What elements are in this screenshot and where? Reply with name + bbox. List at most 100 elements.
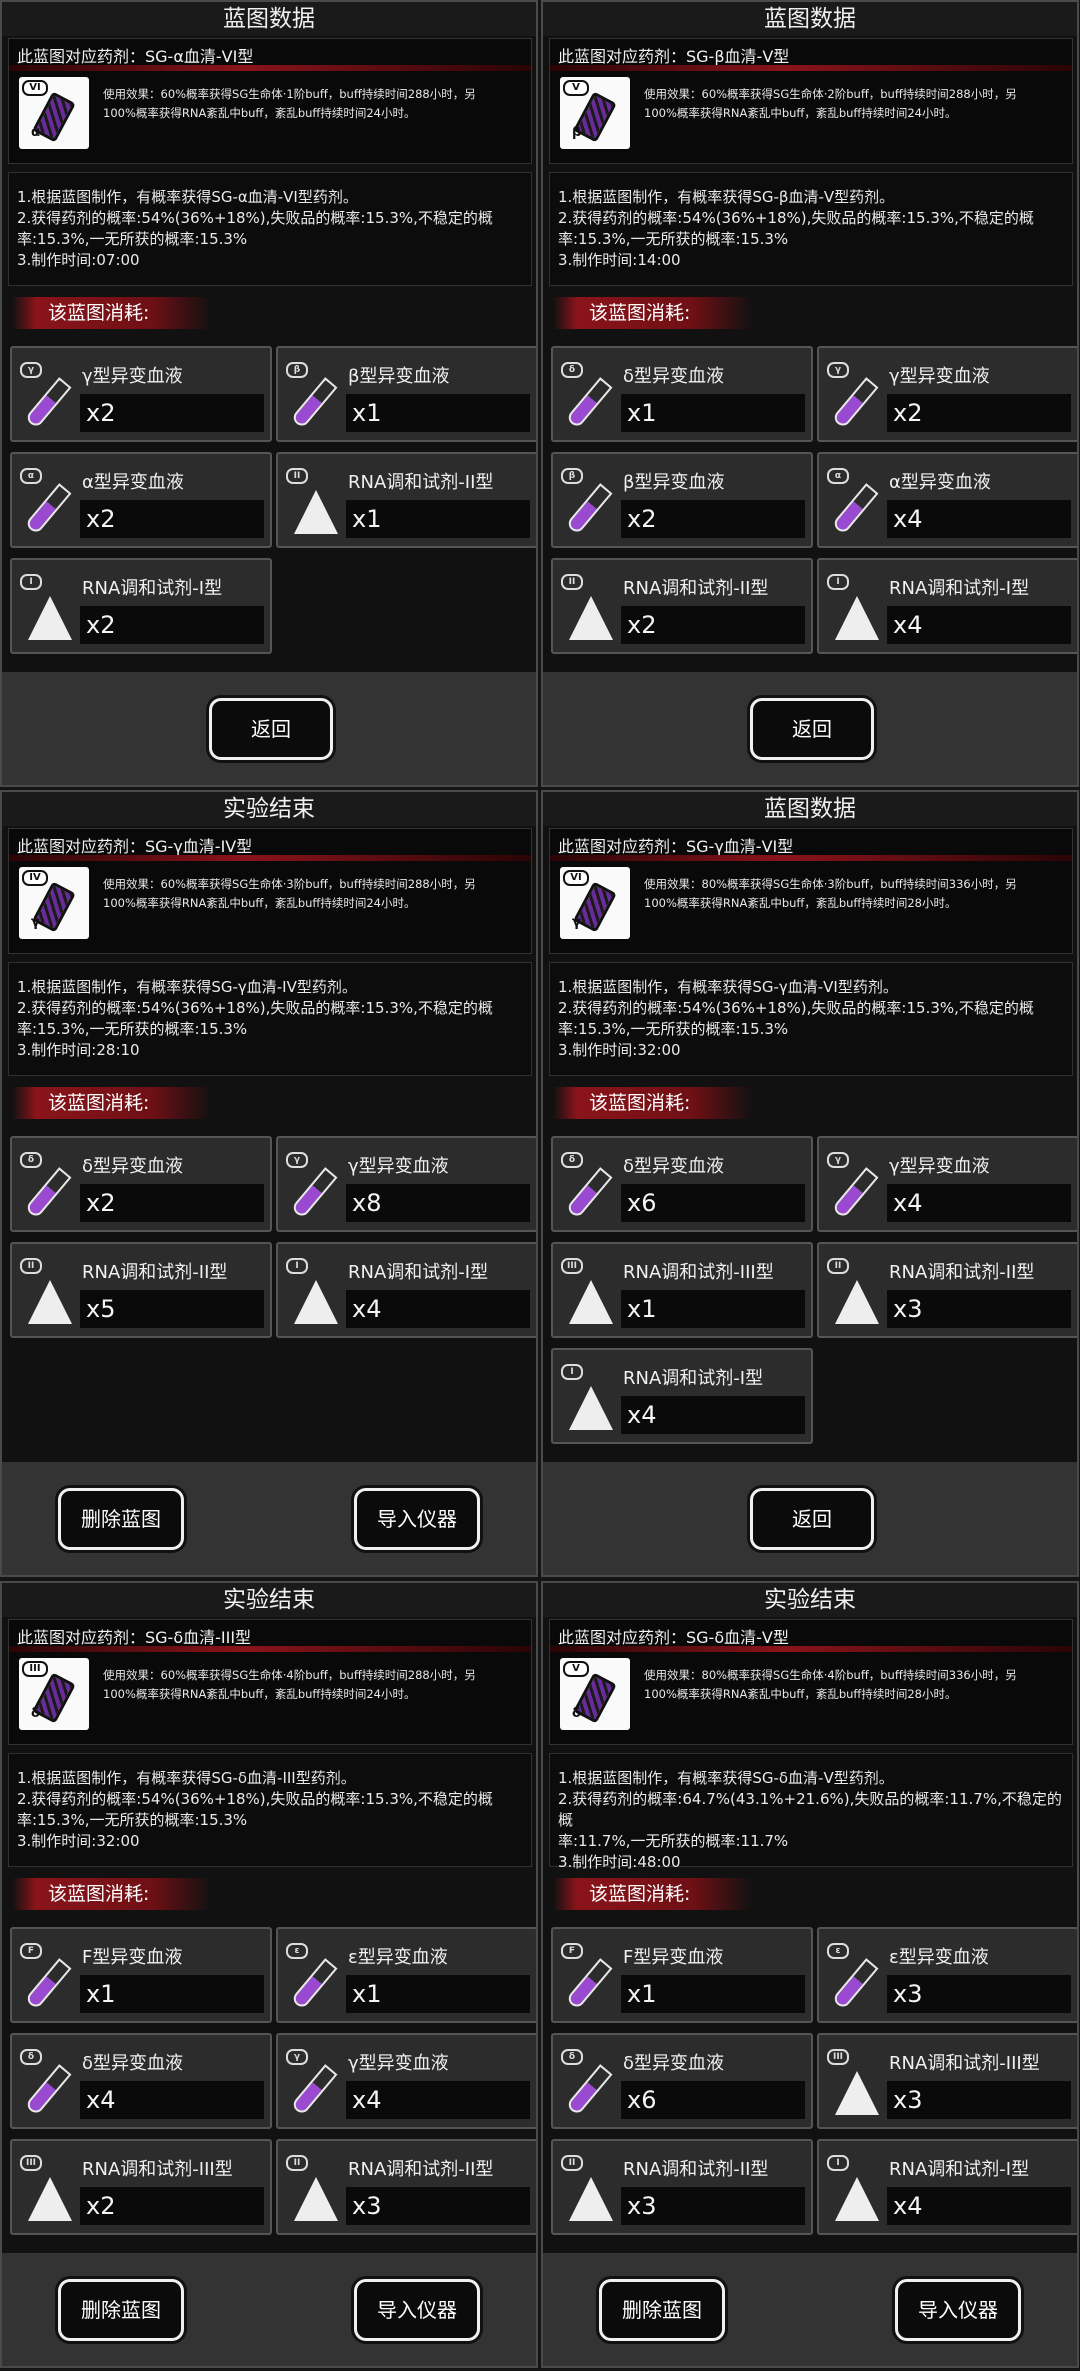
material-list: δ δ型异变血液 x1 γ γ型异变血液 x2 β β型异变血液 x2 α α型异变血液 x4 II RN… bbox=[543, 338, 1077, 668]
material-name: δ型异变血液 bbox=[623, 1156, 725, 1177]
blood-tube-icon: β bbox=[284, 354, 342, 434]
import-instrument-button[interactable]: 导入仪器 bbox=[354, 1488, 480, 1550]
material-type-tag: δ bbox=[20, 1152, 42, 1168]
description-line: 率:15.3%,一无所获的概率:15.3% bbox=[17, 1811, 248, 1829]
button-bar: 删除蓝图 导入仪器 bbox=[2, 2253, 536, 2366]
drug-header: 此蓝图对应药剂：SG-γ血清-VI型 VI γ 使用效果：80%概率获得SG生命体·3… bbox=[549, 828, 1073, 954]
description-line: 1.根据蓝图制作，有概率获得SG-α血清-VI型药剂。 bbox=[17, 188, 358, 206]
blood-tube-icon: F bbox=[18, 1935, 76, 2015]
flask-shape bbox=[835, 2177, 879, 2221]
screenshot-grid: 蓝图数据 此蓝图对应药剂：SG-α血清-VI型 VI α 使用效果：60%概率获得SG生… bbox=[0, 0, 1080, 2371]
blood-tube-icon: γ bbox=[284, 2041, 342, 2121]
flask-shape bbox=[569, 2177, 613, 2221]
material-item: II RNA调和试剂-II型 x5 bbox=[10, 1242, 272, 1338]
blueprint-description: 1.根据蓝图制作，有概率获得SG-α血清-VI型药剂。 2.获得药剂的概率:54%… bbox=[8, 172, 532, 286]
material-item: δ δ型异变血液 x1 bbox=[551, 346, 813, 442]
drug-header: 此蓝图对应药剂：SG-γ血清-IV型 IV γ 使用效果：60%概率获得SG生命体·3… bbox=[8, 828, 532, 954]
serum-icon: Vβ bbox=[560, 77, 630, 149]
material-name: RNA调和试剂-II型 bbox=[348, 472, 494, 493]
description-line: 2.获得药剂的概率:54%(36%+18%),失败品的概率:15.3%,不稳定的… bbox=[558, 209, 1034, 227]
delete-blueprint-button[interactable]: 删除蓝图 bbox=[58, 2279, 184, 2341]
red-divider bbox=[9, 855, 531, 861]
back-button[interactable]: 返回 bbox=[750, 698, 874, 760]
description-line: 3.制作时间:32:00 bbox=[558, 1041, 681, 1059]
material-quantity: x5 bbox=[80, 1290, 264, 1328]
tube-shape bbox=[831, 377, 879, 429]
back-button[interactable]: 返回 bbox=[750, 1488, 874, 1550]
blood-tube-icon: γ bbox=[825, 1144, 883, 1224]
blood-tube-icon: δ bbox=[18, 2041, 76, 2121]
description-line: 2.获得药剂的概率:54%(36%+18%),失败品的概率:15.3%,不稳定的… bbox=[558, 999, 1034, 1017]
panel-title: 实验结束 bbox=[2, 1583, 536, 1617]
blueprint-panel: 实验结束 此蓝图对应药剂：SG-δ血清-V型 Vδ 使用效果：80%概率获得SG生命体… bbox=[541, 1581, 1079, 2368]
material-type-tag: II bbox=[561, 574, 583, 590]
material-item: β β型异变血液 x2 bbox=[551, 452, 813, 548]
material-type-tag: β bbox=[286, 362, 308, 378]
description-line: 率:11.7%,一无所获的概率:11.7% bbox=[558, 1832, 789, 1850]
material-type-tag: ε bbox=[286, 1943, 308, 1959]
back-button[interactable]: 返回 bbox=[209, 698, 333, 760]
material-type-tag: II bbox=[286, 2155, 308, 2171]
description-line: 率:15.3%,一无所获的概率:15.3% bbox=[558, 230, 789, 248]
description-line: 1.根据蓝图制作，有概率获得SG-δ血清-V型药剂。 bbox=[558, 1769, 894, 1787]
blood-tube-icon: α bbox=[18, 460, 76, 540]
tube-shape bbox=[565, 2064, 613, 2116]
blood-tube-icon: β bbox=[559, 460, 617, 540]
effect-line: 100%概率获得RNA紊乱中buff，紊乱buff持续时间24小时。 bbox=[644, 106, 957, 120]
serum-greek-letter: β bbox=[572, 125, 582, 140]
material-name: δ型异变血液 bbox=[82, 1156, 184, 1177]
material-quantity: x1 bbox=[346, 394, 530, 432]
material-type-tag: I bbox=[286, 1258, 308, 1274]
material-type-tag: III bbox=[20, 2155, 42, 2171]
material-item: I RNA调和试剂-I型 x4 bbox=[817, 2139, 1077, 2235]
delete-blueprint-button[interactable]: 删除蓝图 bbox=[599, 2279, 725, 2341]
red-divider bbox=[550, 855, 1072, 861]
material-item: II RNA调和试剂-II型 x3 bbox=[551, 2139, 813, 2235]
material-name: RNA调和试剂-III型 bbox=[889, 2053, 1040, 2074]
material-quantity: x6 bbox=[621, 2081, 805, 2119]
tube-shape bbox=[831, 1958, 879, 2010]
material-item: F F型异变血液 x1 bbox=[10, 1927, 272, 2023]
import-instrument-button[interactable]: 导入仪器 bbox=[895, 2279, 1021, 2341]
material-quantity: x1 bbox=[80, 1975, 264, 2013]
consume-label: 该蓝图消耗: bbox=[12, 297, 212, 329]
material-quantity: x4 bbox=[887, 606, 1071, 644]
flask-shape bbox=[294, 2177, 338, 2221]
material-name: γ型异变血液 bbox=[82, 366, 183, 387]
material-quantity: x2 bbox=[887, 394, 1071, 432]
material-name: β型异变血液 bbox=[348, 366, 450, 387]
drug-name: 此蓝图对应药剂：SG-β血清-V型 bbox=[558, 47, 790, 66]
import-instrument-button[interactable]: 导入仪器 bbox=[354, 2279, 480, 2341]
effect-line: 使用效果：60%概率获得SG生命体·2阶buff，buff持续时间288小时，另 bbox=[644, 87, 1017, 101]
serum-icon: VI γ bbox=[560, 867, 630, 939]
material-item: δ δ型异变血液 x6 bbox=[551, 2033, 813, 2129]
material-quantity: x4 bbox=[80, 2081, 264, 2119]
material-quantity: x2 bbox=[80, 1184, 264, 1222]
effect-text: 使用效果：60%概率获得SG生命体·4阶buff，buff持续时间288小时，另… bbox=[103, 1666, 528, 1704]
effect-line: 100%概率获得RNA紊乱中buff，紊乱buff持续时间28小时。 bbox=[644, 1687, 957, 1701]
serum-grade-tag: VI bbox=[22, 80, 48, 96]
description-line: 3.制作时间:48:00 bbox=[558, 1853, 681, 1871]
serum-greek-letter: α bbox=[31, 125, 40, 140]
serum-icon: III δ bbox=[19, 1658, 89, 1730]
effect-text: 使用效果：80%概率获得SG生命体·4阶buff，buff持续时间336小时，另… bbox=[644, 1666, 1069, 1704]
reagent-flask-icon: II bbox=[18, 1250, 76, 1330]
material-quantity: x4 bbox=[346, 2081, 530, 2119]
material-list: F F型异变血液 x1 ε ε型异变血液 x1 δ δ型异变血液 x4 γ γ型异变血液 x4 III R… bbox=[2, 1919, 536, 2249]
material-quantity: x4 bbox=[887, 2187, 1071, 2225]
material-item: III RNA调和试剂-III型 x1 bbox=[551, 1242, 813, 1338]
delete-blueprint-button[interactable]: 删除蓝图 bbox=[58, 1488, 184, 1550]
flask-shape bbox=[835, 596, 879, 640]
material-name: α型异变血液 bbox=[82, 472, 184, 493]
material-name: RNA调和试剂-II型 bbox=[623, 578, 769, 599]
blood-tube-icon: δ bbox=[559, 1144, 617, 1224]
material-name: F型异变血液 bbox=[623, 1947, 724, 1968]
material-name: γ型异变血液 bbox=[889, 1156, 990, 1177]
description-line: 1.根据蓝图制作，有概率获得SG-β血清-V型药剂。 bbox=[558, 188, 895, 206]
material-item: II RNA调和试剂-II型 x3 bbox=[817, 1242, 1077, 1338]
blood-tube-icon: γ bbox=[825, 354, 883, 434]
reagent-flask-icon: II bbox=[559, 2147, 617, 2227]
red-divider bbox=[9, 1646, 531, 1652]
material-name: RNA调和试剂-II型 bbox=[889, 1262, 1035, 1283]
material-name: RNA调和试剂-I型 bbox=[889, 578, 1030, 599]
